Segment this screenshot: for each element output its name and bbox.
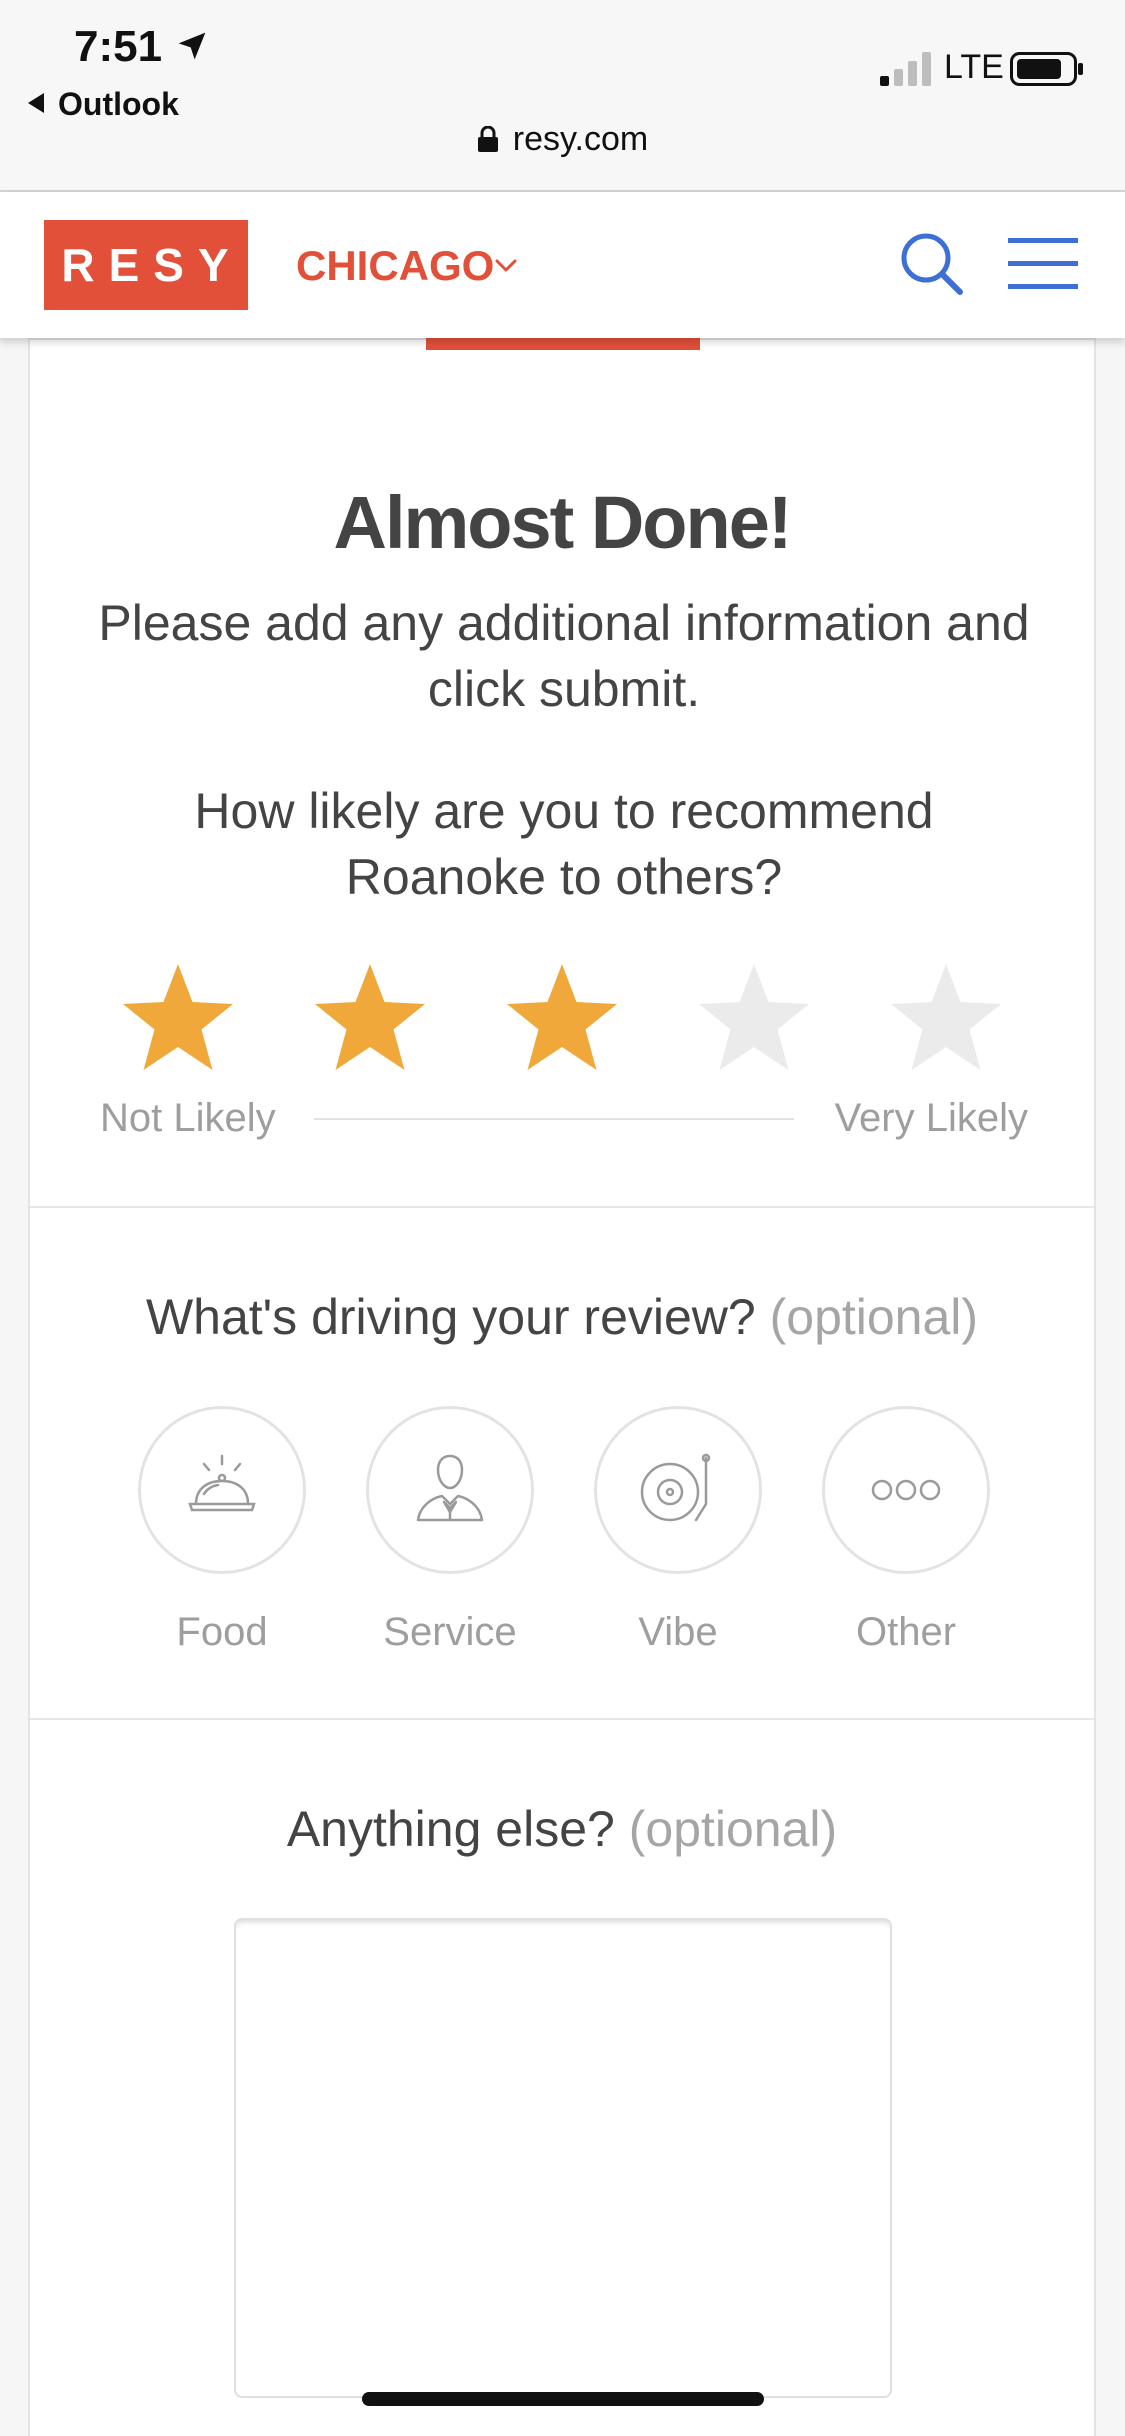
star-rating — [30, 960, 1094, 1080]
driver-service-circle[interactable] — [366, 1406, 534, 1574]
resy-logo[interactable]: RESY — [44, 220, 248, 310]
review-drivers-section: What's driving your review? (optional) F… — [30, 1210, 1094, 1720]
driver-label: Service — [383, 1610, 517, 1654]
star-5-icon[interactable] — [886, 960, 1006, 1076]
comments-textarea[interactable] — [234, 1918, 892, 2398]
star-1-icon[interactable] — [118, 960, 238, 1076]
star-3-icon[interactable] — [502, 960, 622, 1076]
driver-service-button[interactable]: Service — [366, 1406, 534, 1655]
review-card: Almost Done! Please add any additional i… — [28, 338, 1096, 2436]
scale-high-label: Very Likely — [834, 1096, 1028, 1140]
comments-section: Anything else? (optional) — [30, 1722, 1094, 2436]
driver-vibe-button[interactable]: Vibe — [594, 1406, 762, 1655]
star-4-icon[interactable] — [694, 960, 814, 1076]
browser-status-bar: 7:51 Outlook LTE resy.com — [0, 0, 1125, 192]
scale-divider — [314, 1118, 794, 1120]
lock-icon — [477, 126, 498, 152]
back-arrow-icon — [28, 93, 44, 113]
optional-tag: (optional) — [769, 1289, 979, 1345]
driver-vibe-circle[interactable] — [594, 1406, 762, 1574]
battery-icon — [1010, 52, 1083, 86]
screen: 7:51 Outlook LTE resy.com RESY CHICAGO A… — [0, 0, 1125, 2436]
back-to-app-link[interactable]: Outlook — [28, 86, 179, 123]
cloche-icon — [188, 1454, 256, 1512]
home-indicator[interactable] — [362, 2392, 764, 2406]
driver-other-circle[interactable] — [822, 1406, 990, 1574]
location-arrow-icon — [178, 32, 206, 60]
comments-title: Anything else? — [286, 1801, 615, 1857]
turntable-icon — [640, 1453, 711, 1522]
status-time: 7:51 — [74, 22, 163, 71]
site-header: RESY CHICAGO — [0, 192, 1125, 338]
comments-heading: Anything else? (optional) — [30, 1800, 1094, 1858]
city-selector[interactable]: CHICAGO — [296, 242, 494, 290]
page-title: Almost Done! — [333, 481, 793, 564]
chevron-down-icon[interactable] — [492, 252, 520, 280]
step-progress-indicator — [426, 338, 700, 350]
drivers-title: What's driving your review? — [145, 1289, 756, 1345]
driver-other-button[interactable]: Other — [822, 1406, 990, 1655]
driver-food-circle[interactable] — [138, 1406, 306, 1574]
hamburger-menu-icon[interactable] — [1004, 234, 1082, 294]
instructions-text: Please add any additional information an… — [98, 595, 1030, 717]
driver-label: Food — [176, 1610, 268, 1654]
driver-food-button[interactable]: Food — [138, 1406, 306, 1655]
driver-label: Other — [855, 1610, 957, 1654]
back-app-label: Outlook — [58, 86, 179, 122]
search-icon[interactable] — [896, 228, 968, 300]
driver-label: Vibe — [638, 1610, 718, 1654]
recommend-question: How likely are you to recommend Roanoke … — [194, 783, 934, 905]
optional-tag: (optional) — [628, 1801, 838, 1857]
ellipsis-icon — [871, 1479, 941, 1501]
cellular-signal-icon — [880, 52, 931, 86]
star-2-icon[interactable] — [310, 960, 430, 1076]
rating-section: Almost Done! Please add any additional i… — [30, 340, 1094, 1208]
address-bar[interactable]: resy.com — [0, 120, 1125, 159]
url-text: resy.com — [512, 120, 649, 158]
drivers-heading: What's driving your review? (optional) — [30, 1288, 1094, 1346]
scale-low-label: Not Likely — [100, 1096, 276, 1140]
network-type: LTE — [944, 48, 1004, 86]
waiter-icon — [416, 1454, 484, 1522]
